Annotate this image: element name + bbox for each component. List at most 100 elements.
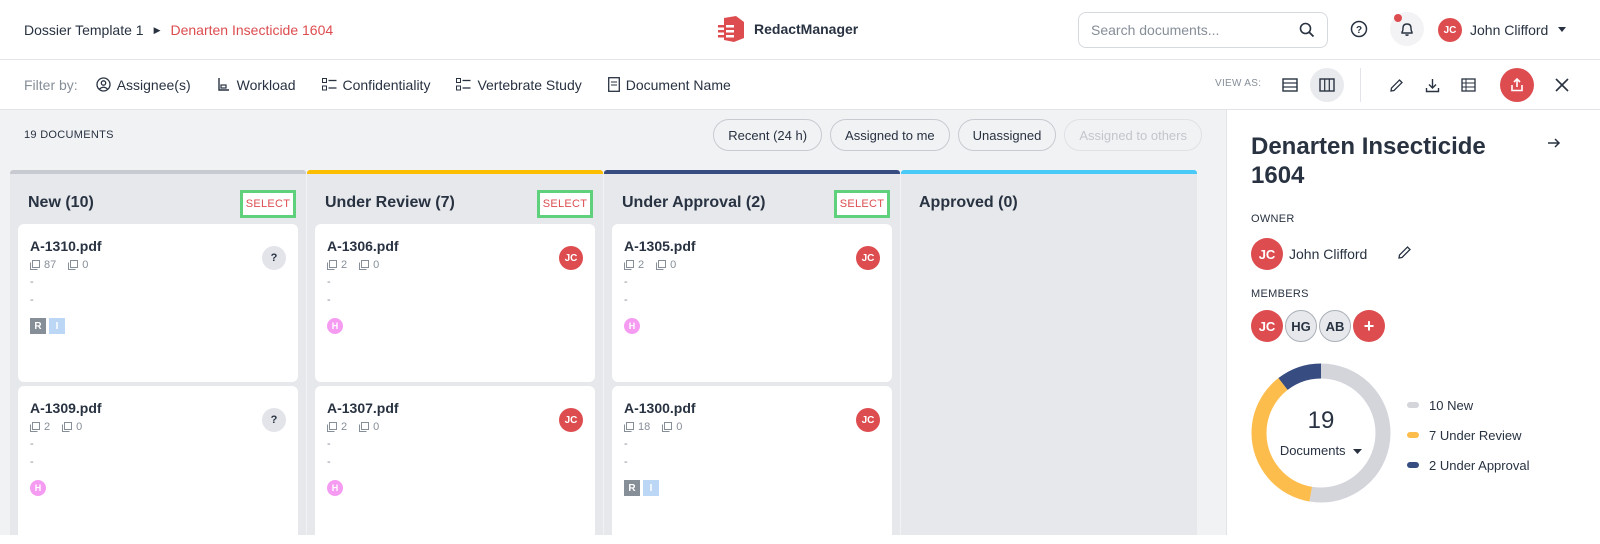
search-input[interactable]: [1091, 22, 1299, 38]
annotation-badges: H: [624, 318, 640, 334]
annotations-icon: [62, 422, 73, 432]
annotation-badges: RI: [30, 318, 65, 334]
donut-center: 19 Documents: [1251, 363, 1391, 503]
list-icon: [456, 78, 471, 91]
add-member-button[interactable]: +: [1353, 310, 1385, 342]
pages-icon: [327, 422, 337, 432]
workload-icon: [217, 78, 229, 91]
document-card[interactable]: A-1300.pdf 18 0 - - RI JC: [612, 386, 892, 544]
legend-item[interactable]: 2 Under Approval: [1407, 455, 1529, 475]
select-button[interactable]: SELECT: [834, 190, 890, 218]
quick-filter-recent[interactable]: Recent (24 h): [713, 119, 823, 151]
user-avatar: JC: [1438, 18, 1462, 42]
annotation-type-badge: H: [624, 318, 640, 334]
filter-document-name[interactable]: Document Name: [607, 76, 731, 93]
annotations-icon: [656, 260, 667, 270]
page-count-value: 2: [341, 421, 348, 433]
document-meta: 87 0: [30, 259, 100, 271]
page-count: 18: [624, 421, 650, 433]
column-title: Under Approval (2): [622, 194, 766, 211]
pencil-icon: [1389, 78, 1403, 92]
document-detail-line: -: [624, 276, 628, 288]
assignee-avatar[interactable]: JC: [856, 246, 880, 270]
document-meta: 18 0: [624, 421, 694, 433]
filter-vertebrate-study[interactable]: Vertebrate Study: [456, 76, 582, 93]
breadcrumb-separator-icon: ▶: [153, 24, 161, 35]
document-meta: 2 0: [327, 259, 391, 271]
pages-icon: [624, 422, 634, 432]
annotation-count-value: 0: [670, 259, 677, 271]
page-count: 2: [327, 259, 347, 271]
annotation-count: 0: [359, 259, 379, 271]
edit-button[interactable]: [1384, 73, 1408, 97]
filter-confidentiality[interactable]: Confidentiality: [321, 76, 431, 93]
document-name: A-1306.pdf: [327, 238, 399, 254]
legend-swatch: [1407, 402, 1419, 408]
document-card[interactable]: A-1307.pdf 2 0 - - H JC: [315, 386, 595, 544]
filter-workload-label: Workload: [236, 76, 296, 93]
document-detail-line: -: [624, 294, 628, 306]
member-avatar[interactable]: JC: [1251, 310, 1283, 342]
legend-item[interactable]: 10 New: [1407, 395, 1529, 415]
annotations-icon: [68, 260, 79, 270]
annotations-icon: [359, 260, 370, 270]
search-icon[interactable]: [1299, 22, 1315, 38]
columns-view-icon: [1319, 78, 1335, 92]
document-name: A-1309.pdf: [30, 400, 102, 416]
assignee-avatar[interactable]: ?: [262, 408, 286, 432]
assignee-avatar[interactable]: JC: [559, 408, 583, 432]
quick-filter-unassigned[interactable]: Unassigned: [957, 119, 1057, 151]
collapse-panel-button[interactable]: [1547, 136, 1561, 154]
report-button[interactable]: [1456, 73, 1480, 97]
upload-button[interactable]: [1500, 68, 1534, 102]
filter-workload[interactable]: Workload: [217, 77, 296, 93]
members-label: MEMBERS: [1251, 288, 1309, 300]
filter-vertebrate-study-label: Vertebrate Study: [477, 76, 582, 93]
legend-swatch: [1407, 462, 1419, 468]
filter-confidentiality-label: Confidentiality: [342, 76, 431, 93]
annotation-count: 0: [656, 259, 676, 271]
arrow-right-icon: [1548, 138, 1561, 148]
download-button[interactable]: [1420, 73, 1444, 97]
notifications-button[interactable]: [1390, 12, 1424, 46]
board-view-button[interactable]: [1310, 68, 1344, 102]
pencil-icon: [1398, 246, 1412, 259]
user-menu[interactable]: JC John Clifford: [1438, 18, 1567, 42]
workflow-column: Under Approval (2) SELECT A-1305.pdf 2 0 …: [604, 170, 900, 544]
select-button[interactable]: SELECT: [537, 190, 593, 218]
breadcrumb-dossier[interactable]: Denarten Insecticide 1604: [171, 22, 334, 38]
quick-filter-assigned-to-me[interactable]: Assigned to me: [830, 119, 950, 151]
document-card[interactable]: A-1305.pdf 2 0 - - H JC: [612, 224, 892, 382]
donut-total: 19: [1307, 407, 1335, 434]
search-box: [1078, 12, 1328, 48]
quick-filter-assigned-to-others[interactable]: Assigned to others: [1064, 119, 1202, 151]
breadcrumb: Dossier Template 1 ▶ Denarten Insecticid…: [24, 22, 333, 38]
select-button[interactable]: SELECT: [240, 190, 296, 218]
donut-label-dropdown[interactable]: Documents: [1251, 443, 1391, 458]
bell-icon: [1401, 23, 1413, 36]
document-detail-line: -: [30, 456, 34, 468]
edit-owner-button[interactable]: [1397, 245, 1412, 263]
close-button[interactable]: [1550, 73, 1574, 97]
help-button[interactable]: ?: [1350, 20, 1368, 43]
upload-icon: [1511, 77, 1523, 92]
member-avatar[interactable]: HG: [1285, 310, 1317, 342]
document-card[interactable]: A-1310.pdf 87 0 - - RI ?: [18, 224, 298, 382]
breadcrumb-template[interactable]: Dossier Template 1: [24, 22, 144, 38]
document-card[interactable]: A-1306.pdf 2 0 - - H JC: [315, 224, 595, 382]
list-view-button[interactable]: [1278, 73, 1302, 97]
document-detail-line: -: [327, 276, 331, 288]
legend-item[interactable]: 7 Under Review: [1407, 425, 1529, 445]
app-logo[interactable]: RedactManager: [718, 14, 858, 44]
filter-document-name-label: Document Name: [625, 76, 731, 93]
filter-assignee[interactable]: Assignee(s): [96, 77, 191, 93]
donut-legend: 10 New 7 Under Review 2 Under Approval: [1407, 395, 1529, 485]
svg-text:?: ?: [1356, 25, 1362, 36]
donut-label: Documents: [1279, 443, 1346, 458]
assignee-avatar[interactable]: JC: [856, 408, 880, 432]
assignee-avatar[interactable]: ?: [262, 246, 286, 270]
annotation-type-badge: H: [327, 318, 343, 334]
member-avatar[interactable]: AB: [1319, 310, 1351, 342]
document-card[interactable]: A-1309.pdf 2 0 - - H ?: [18, 386, 298, 544]
assignee-avatar[interactable]: JC: [559, 246, 583, 270]
